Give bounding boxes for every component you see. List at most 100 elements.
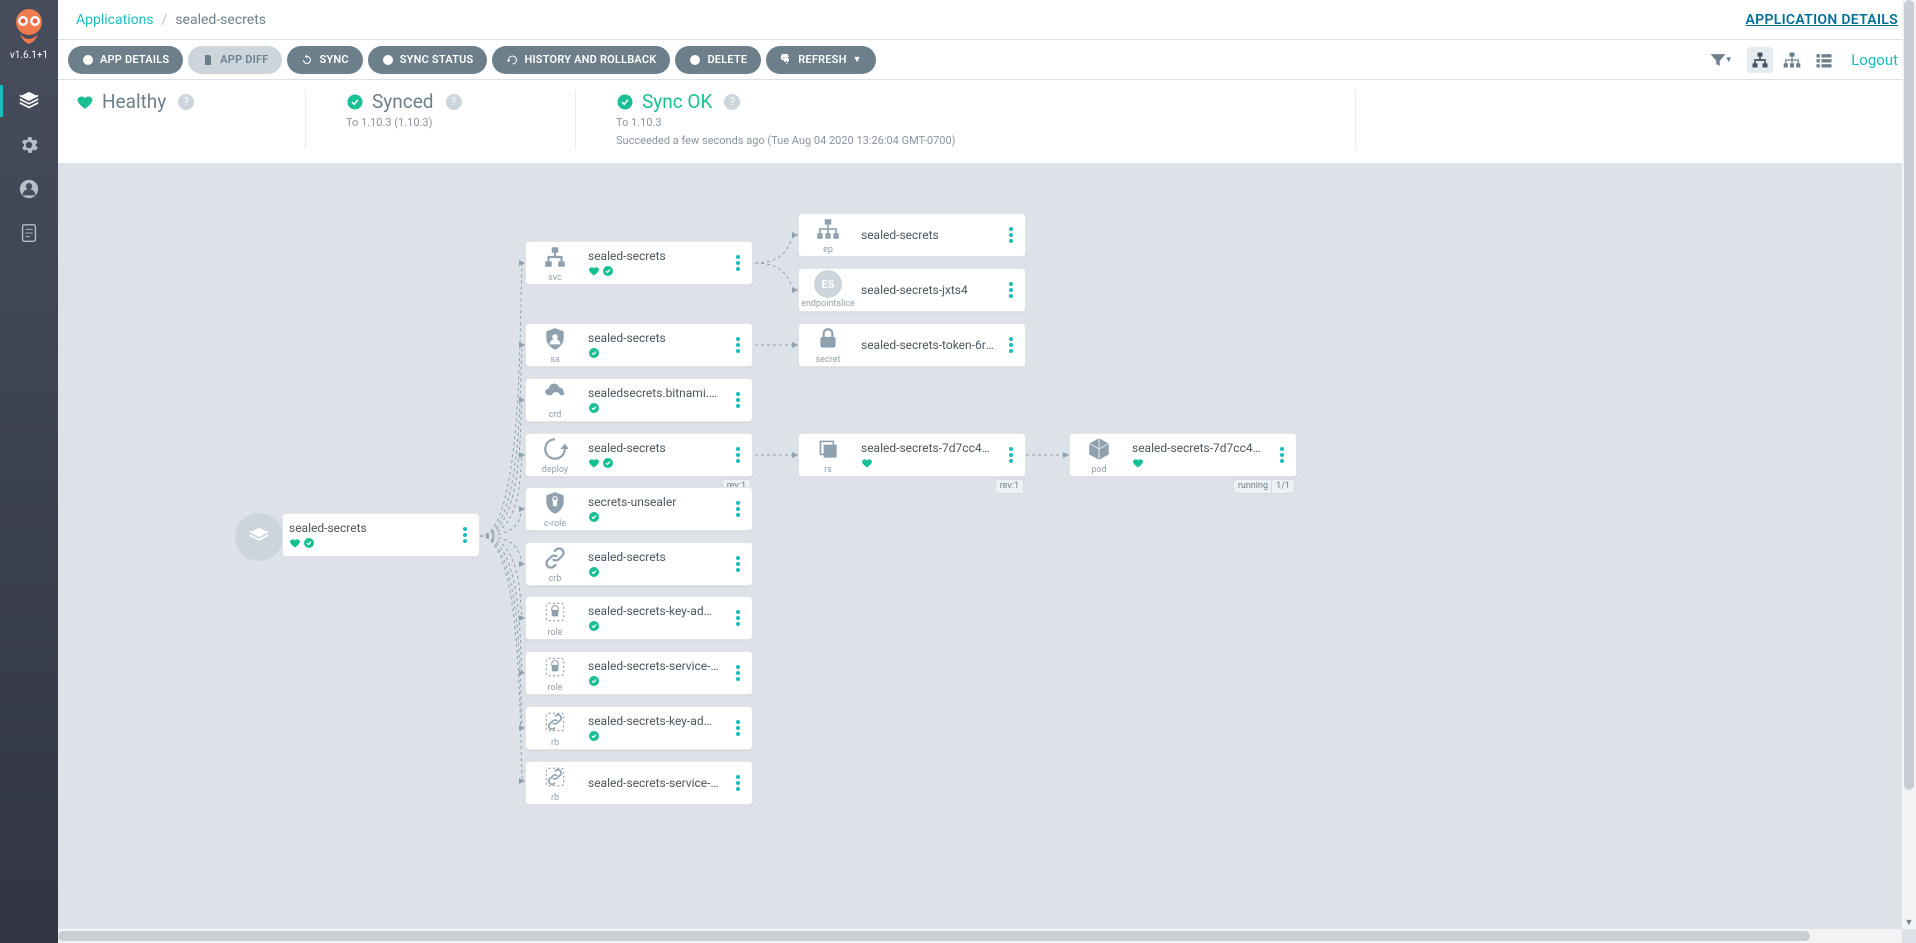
node-endpointslice[interactable]: ESendpointslice sealed-secrets-jxts4 [798,268,1026,312]
replicaset-icon [813,434,843,464]
service-icon [540,242,570,272]
node-menu-button[interactable] [1276,443,1288,467]
node-menu-button[interactable] [732,443,744,467]
node-name: sealed-secrets [289,521,449,535]
history-icon [506,54,518,66]
app-details-button[interactable]: APP DETAILS [68,46,183,74]
node-menu-button[interactable] [732,552,744,576]
horizontal-scrollbar[interactable] [58,929,1902,943]
sync-icon [301,54,313,66]
node-menu-button[interactable] [459,523,471,547]
nav-docs[interactable] [0,211,58,255]
node-sa[interactable]: sa sealed-secrets [525,323,753,367]
node-role-1[interactable]: role sealed-secrets-key-admin [525,596,753,640]
heart-icon [588,457,600,469]
node-menu-button[interactable] [732,661,744,685]
vertical-scrollbar[interactable]: ▼ [1902,0,1916,929]
check-circle-icon [616,93,634,111]
network-icon [1782,50,1802,70]
help-icon[interactable]: ? [446,94,462,110]
status-op-sub2: Succeeded a few seconds ago (Tue Aug 04 … [616,134,955,149]
logout-link[interactable]: Logout [1851,51,1898,69]
check-circle-icon [588,511,600,523]
breadcrumb-current: sealed-secrets [175,12,266,28]
topbar: Applications / sealed-secrets APPLICATIO… [58,0,1916,40]
node-menu-button[interactable] [732,771,744,795]
check-circle-icon [602,457,614,469]
check-circle-icon [303,537,315,549]
node-ep[interactable]: ep sealed-secrets [798,213,1026,257]
breadcrumbs: Applications / sealed-secrets [76,12,266,28]
check-circle-icon [346,93,364,111]
view-tree-button[interactable] [1747,47,1773,73]
main: Applications / sealed-secrets APPLICATIO… [58,0,1916,943]
crb-icon [540,543,570,573]
view-list-button[interactable] [1811,47,1837,73]
filter-button[interactable]: ▼ [1707,47,1733,73]
node-menu-button[interactable] [732,716,744,740]
status-op-sub1: To 1.10.3 [616,116,955,131]
history-rollback-button[interactable]: HISTORY AND ROLLBACK [492,46,670,74]
node-crb[interactable]: crb sealed-secrets [525,542,753,586]
node-pod[interactable]: pod sealed-secrets-7d7cc48f7f-bd... runn… [1069,433,1297,477]
node-secret[interactable]: secret sealed-secrets-token-6rjkt [798,323,1026,367]
node-menu-button[interactable] [732,497,744,521]
node-svc[interactable]: svc sealed-secrets [525,241,753,285]
application-details-link[interactable]: APPLICATION DETAILS [1746,12,1898,28]
sync-button[interactable]: SYNC [287,46,362,74]
heart-icon [588,265,600,277]
file-icon [202,54,214,66]
heart-icon [1132,457,1144,469]
node-rb-2[interactable]: rb sealed-secrets-service-proxier [525,761,753,805]
version-label: v1.6.1+1 [10,50,48,61]
view-network-button[interactable] [1779,47,1805,73]
node-crd[interactable]: crd sealedsecrets.bitnami.com [525,378,753,422]
app-icon [235,513,283,561]
clusterrole-icon [540,488,570,518]
help-icon[interactable]: ? [724,94,740,110]
help-icon[interactable]: ? [178,94,194,110]
node-rb-1[interactable]: rb sealed-secrets-key-admin [525,706,753,750]
toolbar-buttons: APP DETAILS APP DIFF SYNC SYNC STATUS HI… [68,46,876,74]
deploy-icon [540,434,570,464]
caret-down-icon: ▼ [1725,55,1733,64]
node-menu-button[interactable] [1005,333,1017,357]
check-circle-icon [588,402,600,414]
close-circle-icon [689,54,701,66]
nav-settings[interactable] [0,123,58,167]
tree-canvas[interactable]: sealed-secrets svc sealed-secrets [58,163,1916,943]
status-operation-title: Sync OK ? [616,90,955,113]
endpoints-icon [813,214,843,244]
endpointslice-icon: ES [814,270,842,298]
sync-status-button[interactable]: SYNC STATUS [368,46,488,74]
node-root[interactable]: sealed-secrets [236,513,480,561]
node-role-2[interactable]: role sealed-secrets-service-proxier [525,651,753,695]
node-crole[interactable]: c-role secrets-unsealer [525,487,753,531]
check-circle-icon [588,675,600,687]
info-icon [382,54,394,66]
node-menu-button[interactable] [732,251,744,275]
rev-tag: rev:1 [995,479,1024,494]
rolebinding-icon [540,762,570,792]
refresh-button[interactable]: REFRESH▼ [766,46,875,74]
status-sync-title: Synced ? [346,90,535,113]
delete-button[interactable]: DELETE [675,46,761,74]
scroll-down-icon[interactable]: ▼ [1902,915,1916,929]
node-rs[interactable]: rs sealed-secrets-7d7cc48f7f rev:1 [798,433,1026,477]
heart-icon [76,93,94,111]
breadcrumb-root[interactable]: Applications [76,12,154,28]
caret-down-icon: ▼ [853,54,862,65]
node-menu-button[interactable] [1005,278,1017,302]
node-deploy[interactable]: deploy sealed-secrets rev:1 [525,433,753,477]
view-toggle [1747,47,1837,73]
node-menu-button[interactable] [1005,223,1017,247]
nav-applications[interactable] [0,79,58,123]
nav-user[interactable] [0,167,58,211]
node-menu-button[interactable] [732,333,744,357]
app-diff-button[interactable]: APP DIFF [188,46,282,74]
status-sync: Synced ? To 1.10.3 (1.10.3) [346,90,576,149]
status-health: Healthy ? [76,90,306,149]
node-menu-button[interactable] [1005,443,1017,467]
node-menu-button[interactable] [732,606,744,630]
node-menu-button[interactable] [732,388,744,412]
